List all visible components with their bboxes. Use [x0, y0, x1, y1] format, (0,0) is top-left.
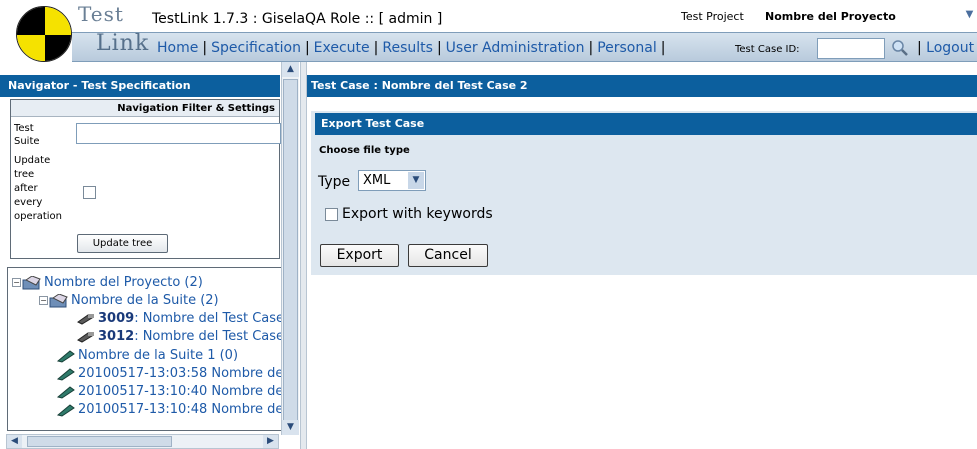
tree-node-suite[interactable]: 20100517-13:10:48 Nombre de la Suite: [56, 401, 282, 419]
export-panel-heading: Export Test Case: [315, 113, 977, 135]
test-spec-tree: − Nombre del Proyecto (2) − Nombre de la S…: [7, 267, 282, 431]
tree-node-testcase[interactable]: 3009: Nombre del Test Case 1: [76, 310, 282, 328]
scrollbar-thumb[interactable]: [283, 79, 298, 422]
test-project-label: Test Project: [681, 10, 744, 23]
navigator-title: Navigator - Test Specification: [0, 75, 280, 97]
tree-node-label: Nombre de la Suite 1 (0): [78, 348, 239, 363]
suite-pencil-icon: [56, 385, 76, 399]
workframe: Test Case : Nombre del Test Case 2 Expor…: [307, 68, 977, 449]
update-tree-button[interactable]: Update tree: [77, 234, 168, 253]
main-menu: Home | Specification | Execute | Results | User …: [157, 40, 666, 56]
chevron-down-icon[interactable]: ▼: [962, 7, 977, 22]
tree-node-testcase[interactable]: 3012: Nombre del Test Case 2: [76, 328, 282, 346]
scrollbar-thumb[interactable]: [27, 436, 172, 447]
tree-node-suite[interactable]: − Nombre de la Suite (2): [39, 292, 219, 310]
export-keywords-label[interactable]: Export with keywords: [342, 206, 493, 222]
tree-node-suite[interactable]: Nombre de la Suite 1 (0): [56, 347, 238, 365]
update-label-line-3: after: [14, 183, 38, 194]
tree-node-suite[interactable]: 20100517-13:10:40 Nombre de la Suite: [56, 383, 282, 401]
menu-specification[interactable]: Specification: [211, 40, 301, 56]
collapse-icon[interactable]: −: [12, 278, 21, 287]
test-case-title: Test Case : Nombre del Test Case 2: [307, 75, 977, 97]
logo-text-test: Test: [78, 2, 124, 26]
menu-home[interactable]: Home: [157, 40, 198, 56]
navigator-frame: Navigator - Test Specification Navigatio…: [0, 68, 300, 449]
file-type-select[interactable]: XML ▼: [358, 170, 426, 191]
testcase-icon: [76, 330, 96, 344]
logout-wrapper: | Logout: [917, 40, 975, 56]
chevron-down-icon[interactable]: ▼: [408, 172, 424, 189]
menu-execute[interactable]: Execute: [314, 40, 370, 56]
tree-node-project[interactable]: − Nombre del Proyecto (2): [12, 274, 203, 292]
suite-pencil-icon: [56, 367, 76, 381]
update-tree-checkbox[interactable]: [83, 186, 96, 199]
test-suite-input[interactable]: [76, 123, 281, 144]
update-label-line-1: Update: [14, 155, 51, 166]
app-title: TestLink 1.7.3 : GiselaQA Role :: [ admi…: [152, 11, 443, 27]
update-label-line-2: tree: [14, 169, 35, 180]
suite-pencil-icon: [56, 349, 76, 363]
file-type-value: XML: [363, 173, 391, 188]
test-project-select[interactable]: Nombre del Proyecto: [765, 10, 896, 23]
choose-file-type-label: Choose file type: [319, 145, 410, 156]
app-header: Test Link TestLink 1.7.3 : GiselaQA Role…: [0, 0, 977, 64]
export-keywords-checkbox[interactable]: [325, 208, 338, 221]
test-suite-label-line-1: Test: [14, 123, 34, 134]
testcase-icon: [76, 312, 96, 326]
tree-node-label: : Nombre del Test Case 1: [134, 311, 282, 326]
update-label-line-4: every: [14, 197, 43, 208]
testlink-logo[interactable]: [16, 6, 72, 62]
filter-panel-title: Navigation Filter & Settings: [11, 100, 279, 117]
folder-pencil-icon: [22, 274, 42, 290]
test-case-id-input[interactable]: [817, 38, 885, 59]
search-icon[interactable]: [890, 38, 910, 58]
tree-node-label: 20100517-13:10:48 Nombre de la Suite: [78, 402, 282, 417]
logout-link[interactable]: Logout: [926, 40, 974, 56]
type-label: Type: [318, 174, 351, 190]
frame-splitter[interactable]: [300, 62, 307, 449]
cancel-button[interactable]: Cancel: [408, 244, 488, 267]
tree-node-label: 20100517-13:03:58 Nombre de la Suite: [78, 366, 282, 381]
test-case-id-label: Test Case ID:: [735, 44, 800, 55]
navigation-filter-panel: Navigation Filter & Settings Test Suite …: [10, 99, 281, 259]
scroll-right-icon[interactable]: ▶: [263, 435, 278, 448]
folder-pencil-icon: [49, 292, 69, 308]
logo-text-link: Link: [96, 31, 150, 56]
menu-results[interactable]: Results: [382, 40, 433, 56]
tree-horizontal-scrollbar[interactable]: ◀ ▶: [6, 434, 279, 449]
scroll-left-icon[interactable]: ◀: [7, 435, 22, 448]
tree-node-label: : Nombre del Test Case 2: [134, 329, 282, 344]
collapse-icon[interactable]: −: [39, 296, 48, 305]
export-button[interactable]: Export: [320, 244, 399, 267]
export-test-case-panel: Export Test Case Choose file type Type X…: [311, 111, 977, 275]
tree-node-suite[interactable]: 20100517-13:03:58 Nombre de la Suite: [56, 365, 282, 383]
scroll-up-icon[interactable]: ▲: [282, 62, 299, 77]
update-label-line-5: operation: [14, 211, 63, 222]
suite-pencil-icon: [56, 403, 76, 417]
navigator-vertical-scrollbar[interactable]: ▲ ▼: [281, 62, 299, 435]
testcase-id: 3012: [98, 329, 135, 344]
tree-node-label: 20100517-13:10:40 Nombre de la Suite: [78, 384, 282, 399]
menu-personal[interactable]: Personal: [597, 40, 657, 56]
scroll-down-icon[interactable]: ▼: [282, 420, 299, 435]
tree-node-label: Nombre de la Suite (2): [71, 293, 219, 308]
testcase-id: 3009: [98, 311, 135, 326]
tree-node-label: Nombre del Proyecto (2): [44, 275, 203, 290]
test-suite-label-line-2: Suite: [14, 136, 40, 147]
menu-user-administration[interactable]: User Administration: [446, 40, 585, 56]
